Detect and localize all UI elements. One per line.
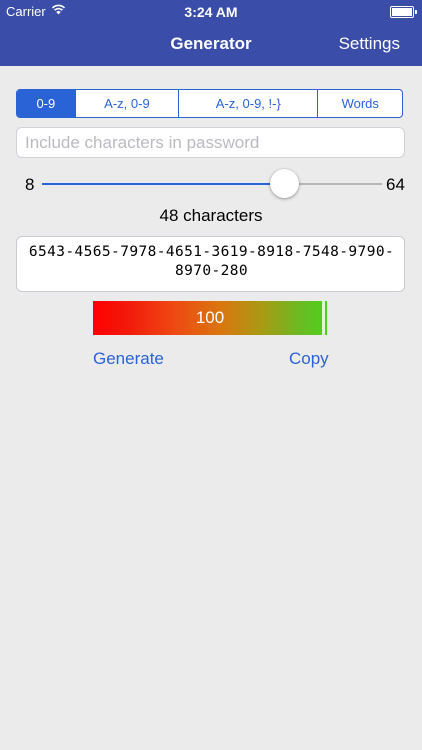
- length-slider-fill: [42, 183, 285, 185]
- segment-alphanumeric[interactable]: A-z, 0-9: [76, 90, 180, 117]
- copy-button[interactable]: Copy: [289, 349, 329, 369]
- generated-password[interactable]: 6543-4565-7978-4651-3619-8918-7548-9790-…: [16, 236, 405, 292]
- segment-digits[interactable]: 0-9: [17, 90, 76, 117]
- navigation-bar: Carrier 3:24 AM Generator Settings: [0, 0, 422, 66]
- strength-meter: 100: [93, 299, 327, 337]
- status-time: 3:24 AM: [184, 4, 238, 20]
- charset-segmented-control: 0-9 A-z, 0-9 A-z, 0-9, !-} Words: [16, 89, 403, 118]
- battery-icon: [390, 6, 417, 18]
- segment-words[interactable]: Words: [318, 90, 402, 117]
- length-label: 48 characters: [159, 206, 263, 225]
- generate-button[interactable]: Generate: [93, 349, 164, 369]
- status-bar: Carrier 3:24 AM: [0, 0, 422, 22]
- settings-button[interactable]: Settings: [339, 34, 400, 54]
- segment-alphanumeric-symbols[interactable]: A-z, 0-9, !-}: [179, 90, 319, 117]
- strength-value: 100: [195, 308, 225, 327]
- slider-max-label: 64: [386, 175, 405, 194]
- length-slider-thumb[interactable]: [270, 169, 300, 198]
- include-characters-input[interactable]: [16, 127, 405, 158]
- strength-marker: [322, 299, 325, 337]
- slider-min-label: 8: [25, 175, 35, 194]
